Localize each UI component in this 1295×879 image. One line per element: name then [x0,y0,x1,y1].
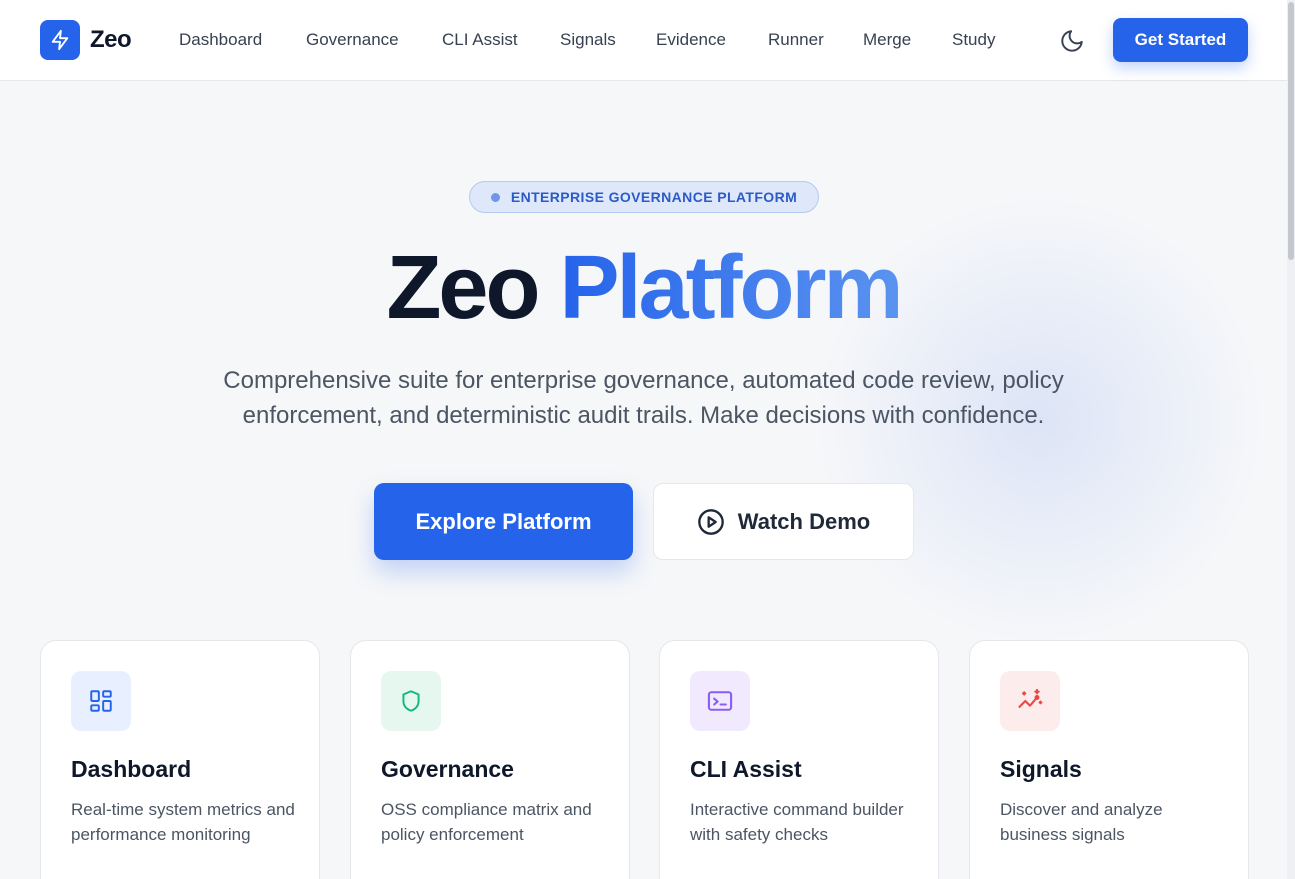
feature-card-cli-assist[interactable]: CLI Assist Interactive command builder w… [659,640,939,879]
theme-toggle-button[interactable] [1058,27,1086,55]
navbar: Zeo Dashboard Governance CLI Assist Sign… [0,0,1287,81]
hero-subtitle-line-2: enforcement, and deterministic audit tra… [242,402,1045,429]
nav-link-merge[interactable]: Merge [863,30,911,50]
feature-card-dashboard[interactable]: Dashboard Real-time system metrics and p… [40,640,320,879]
feature-card-governance[interactable]: Governance OSS compliance matrix and pol… [350,640,630,879]
nav-link-signals[interactable]: Signals [560,30,616,50]
hero-title-primary: Zeo [386,238,540,338]
page: Zeo Dashboard Governance CLI Assist Sign… [0,0,1295,879]
scrollbar-track[interactable] [1287,0,1295,879]
trend-sparkle-icon [1000,671,1060,731]
badge-text: ENTERPRISE GOVERNANCE PLATFORM [510,189,798,205]
watch-demo-button[interactable]: Watch Demo [653,483,914,560]
nav-link-study[interactable]: Study [952,30,995,50]
card-title: Signals [1000,756,1082,782]
hero-badge: ENTERPRISE GOVERNANCE PLATFORM [469,181,819,213]
card-description: OSS compliance matrix and policy enforce… [381,800,592,844]
hero-title-accent: Platform [559,238,903,338]
terminal-icon [690,671,750,731]
explore-platform-button[interactable]: Explore Platform [374,483,633,560]
card-description: Real-time system metrics and performance… [71,800,295,844]
card-description: Interactive command builder with safety … [690,800,904,844]
play-circle-icon [697,508,724,535]
card-title: Dashboard [71,756,192,782]
badge-dot [490,192,500,202]
scrollbar-thumb[interactable] [1288,2,1294,260]
nav-link-cli-assist[interactable]: CLI Assist [442,30,518,50]
card-description: Discover and analyze business signals [1000,800,1163,844]
nav-link-runner[interactable]: Runner [768,30,824,50]
hero-title: Zeo Platform [0,238,1287,338]
brand-name[interactable]: Zeo [90,26,132,54]
card-title: Governance [381,756,514,782]
dashboard-grid-icon [71,671,131,731]
moon-icon [1061,30,1083,52]
card-title: CLI Assist [690,756,802,782]
shield-icon [381,671,441,731]
feature-card-signals[interactable]: Signals Discover and analyze business si… [969,640,1249,879]
nav-link-evidence[interactable]: Evidence [656,30,726,50]
hero-subtitle: Comprehensive suite for enterprise gover… [160,363,1127,433]
lightning-bolt-icon[interactable] [40,20,80,60]
watch-demo-label: Watch Demo [737,508,871,534]
get-started-button[interactable]: Get Started [1113,18,1248,62]
nav-link-dashboard[interactable]: Dashboard [179,30,262,50]
nav-link-governance[interactable]: Governance [306,30,399,50]
hero-subtitle-line-1: Comprehensive suite for enterprise gover… [223,367,1064,394]
